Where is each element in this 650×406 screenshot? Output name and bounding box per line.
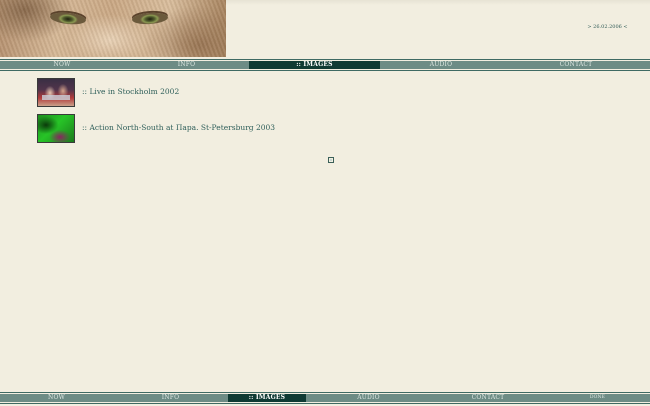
lynx-banner-image — [0, 0, 226, 57]
nav-item-audio[interactable]: AUDIO — [306, 394, 431, 402]
stockholm-thumbnail[interactable] — [37, 78, 75, 107]
gallery-link-petersburg[interactable]: :: Action North-South at Пара. St-Peters… — [82, 123, 275, 132]
expand-icon[interactable] — [328, 157, 334, 163]
nav-border-bottom — [0, 403, 650, 404]
nav-item-done[interactable]: DONE — [545, 394, 650, 402]
page: > 26.02.2006 < NOW INFO :: IMAGES AUDIO … — [0, 0, 650, 406]
nav-item-info[interactable]: INFO — [124, 61, 249, 69]
nav-item-info[interactable]: INFO — [113, 394, 228, 402]
nav-item-now[interactable]: NOW — [0, 61, 124, 69]
nav-item-contact[interactable]: CONTACT — [502, 61, 650, 69]
header: > 26.02.2006 < — [0, 0, 650, 57]
nav-item-images[interactable]: :: IMAGES — [249, 61, 380, 69]
nav-border-top — [0, 392, 650, 393]
nav-border-top — [0, 59, 650, 60]
nav-item-contact[interactable]: CONTACT — [431, 394, 545, 402]
bottom-navigation: NOW INFO :: IMAGES AUDIO CONTACT DONE — [0, 392, 650, 404]
date-label: > 26.02.2006 < — [587, 24, 628, 30]
petersburg-thumbnail[interactable] — [37, 114, 75, 143]
nav-item-now[interactable]: NOW — [0, 394, 113, 402]
nav-item-audio[interactable]: AUDIO — [380, 61, 502, 69]
nav-item-images[interactable]: :: IMAGES — [228, 394, 306, 402]
nav-border-bottom — [0, 70, 650, 71]
top-navigation: NOW INFO :: IMAGES AUDIO CONTACT — [0, 59, 650, 71]
banner-fur-texture — [0, 0, 226, 57]
gallery-link-stockholm[interactable]: :: Live in Stockholm 2002 — [82, 87, 179, 96]
